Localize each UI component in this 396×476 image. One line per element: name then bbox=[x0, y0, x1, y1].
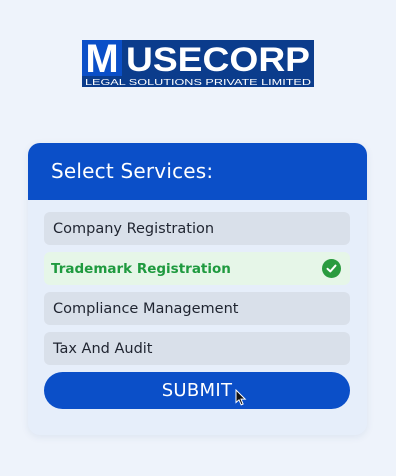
check-circle-icon bbox=[322, 259, 341, 278]
service-selection-card: Select Services: Company Registration Tr… bbox=[28, 143, 367, 435]
mouse-cursor-icon bbox=[235, 388, 247, 406]
company-logo: M USECORP LEGAL SOLUTIONS PRIVATE LIMITE… bbox=[82, 39, 314, 87]
logo-letter: M bbox=[85, 39, 118, 81]
service-options-list: Company Registration Trademark Registrat… bbox=[44, 212, 350, 372]
option-label: Tax And Audit bbox=[53, 340, 153, 357]
option-label: Trademark Registration bbox=[51, 260, 231, 277]
option-trademark-registration[interactable]: Trademark Registration bbox=[44, 252, 350, 285]
submit-button[interactable]: SUBMIT bbox=[44, 372, 350, 409]
option-company-registration[interactable]: Company Registration bbox=[44, 212, 350, 245]
logo-name: USECORP bbox=[126, 41, 310, 79]
option-label: Company Registration bbox=[53, 220, 215, 237]
card-title: Select Services: bbox=[28, 143, 367, 200]
option-label: Compliance Management bbox=[53, 300, 239, 317]
option-compliance-management[interactable]: Compliance Management bbox=[44, 292, 350, 325]
option-tax-and-audit[interactable]: Tax And Audit bbox=[44, 332, 350, 365]
logo-tagline: LEGAL SOLUTIONS PRIVATE LIMITED bbox=[85, 77, 311, 87]
